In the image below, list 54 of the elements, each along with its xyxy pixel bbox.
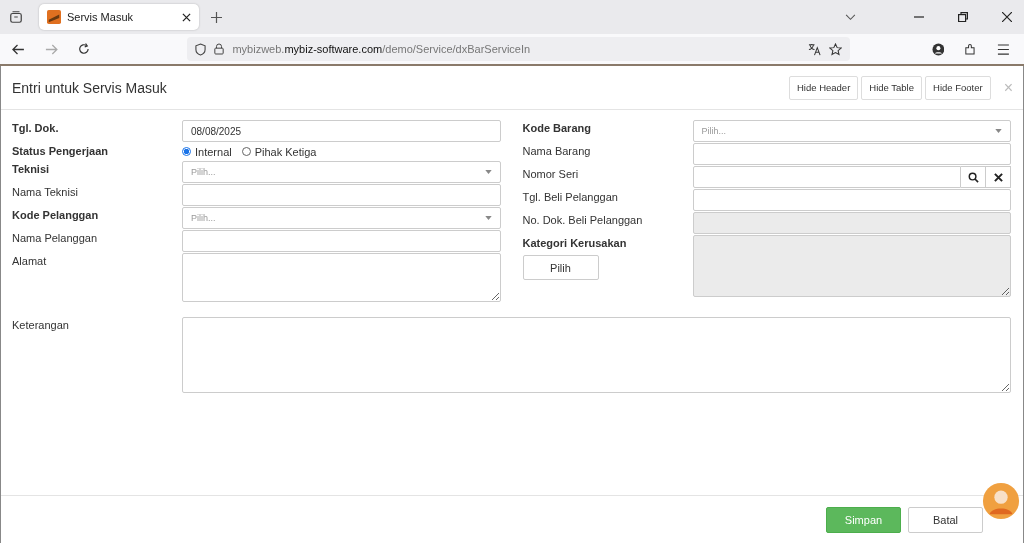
site-logo-icon — [47, 10, 61, 24]
restore-icon[interactable] — [958, 12, 968, 22]
field-label: Tgl. Dok. — [12, 121, 59, 134]
tab-list-icon[interactable] — [9, 10, 23, 24]
header-button[interactable]: Hide Header — [788, 75, 859, 100]
modal-title: Entri untuk Servis Masuk — [12, 79, 167, 96]
back-icon[interactable] — [12, 43, 25, 55]
field-label: Tgl. Beli Pelanggan — [522, 190, 618, 203]
input-field[interactable] — [692, 166, 961, 188]
input-field[interactable] — [182, 184, 501, 206]
field-label: Nama Pelanggan — [12, 231, 97, 244]
field-label: Keterangan — [12, 318, 69, 331]
input-field[interactable] — [692, 189, 1011, 211]
field-label: Nomor Seri — [522, 167, 579, 180]
field-label: Kategori Kerusakan — [522, 236, 627, 249]
address-bar[interactable]: mybizweb.mybiz-software.com/demo/Service/dxBarServiceIn — [187, 37, 850, 61]
header-button[interactable]: Hide Footer — [925, 75, 991, 100]
lock-icon — [214, 43, 225, 55]
radio-option[interactable]: Internal — [182, 145, 232, 158]
caret-icon — [995, 129, 1002, 133]
url-text: mybizweb.mybiz-software.com/demo/Service/dxBarServiceIn — [232, 43, 531, 55]
avatar-icon[interactable] — [982, 482, 1020, 520]
new-tab-icon[interactable] — [211, 11, 222, 23]
field-label: Alamat — [12, 254, 47, 267]
translate-icon[interactable] — [807, 42, 821, 56]
star-icon[interactable] — [828, 42, 842, 56]
caret-icon — [484, 170, 492, 174]
chevron-down-icon[interactable] — [845, 13, 856, 21]
menu-icon[interactable] — [997, 43, 1011, 55]
field-label: Kode Pelanggan — [12, 208, 99, 221]
field-label: No. Dok. Beli Pelanggan — [522, 213, 643, 226]
field-label: Teknisi — [12, 162, 50, 175]
field-label: Nama Teknisi — [12, 185, 78, 198]
field-label: Nama Barang — [522, 144, 591, 157]
reload-icon[interactable] — [77, 43, 90, 55]
input-field[interactable]: 08/08/2025 — [182, 120, 501, 142]
field-label: Status Pengerjaan — [12, 144, 108, 157]
shield-icon — [195, 42, 207, 56]
radio-option[interactable]: Pihak Ketiga — [241, 145, 317, 158]
account-icon[interactable] — [931, 42, 945, 56]
caret-icon — [484, 216, 492, 220]
header-button[interactable]: Hide Table — [861, 75, 922, 100]
field-label: Kode Barang — [522, 121, 591, 134]
browser-tab[interactable]: Servis Masuk — [39, 4, 199, 30]
input-field[interactable] — [182, 230, 501, 252]
extensions-icon[interactable] — [964, 42, 978, 56]
search-icon — [967, 171, 979, 183]
close-icon[interactable] — [182, 12, 191, 22]
close-icon — [993, 172, 1003, 182]
clear-button[interactable] — [986, 166, 1011, 188]
search-button[interactable] — [961, 166, 986, 188]
footer-button[interactable]: Batal — [908, 506, 983, 533]
input-field[interactable] — [692, 143, 1011, 165]
close-icon[interactable] — [1002, 12, 1012, 22]
